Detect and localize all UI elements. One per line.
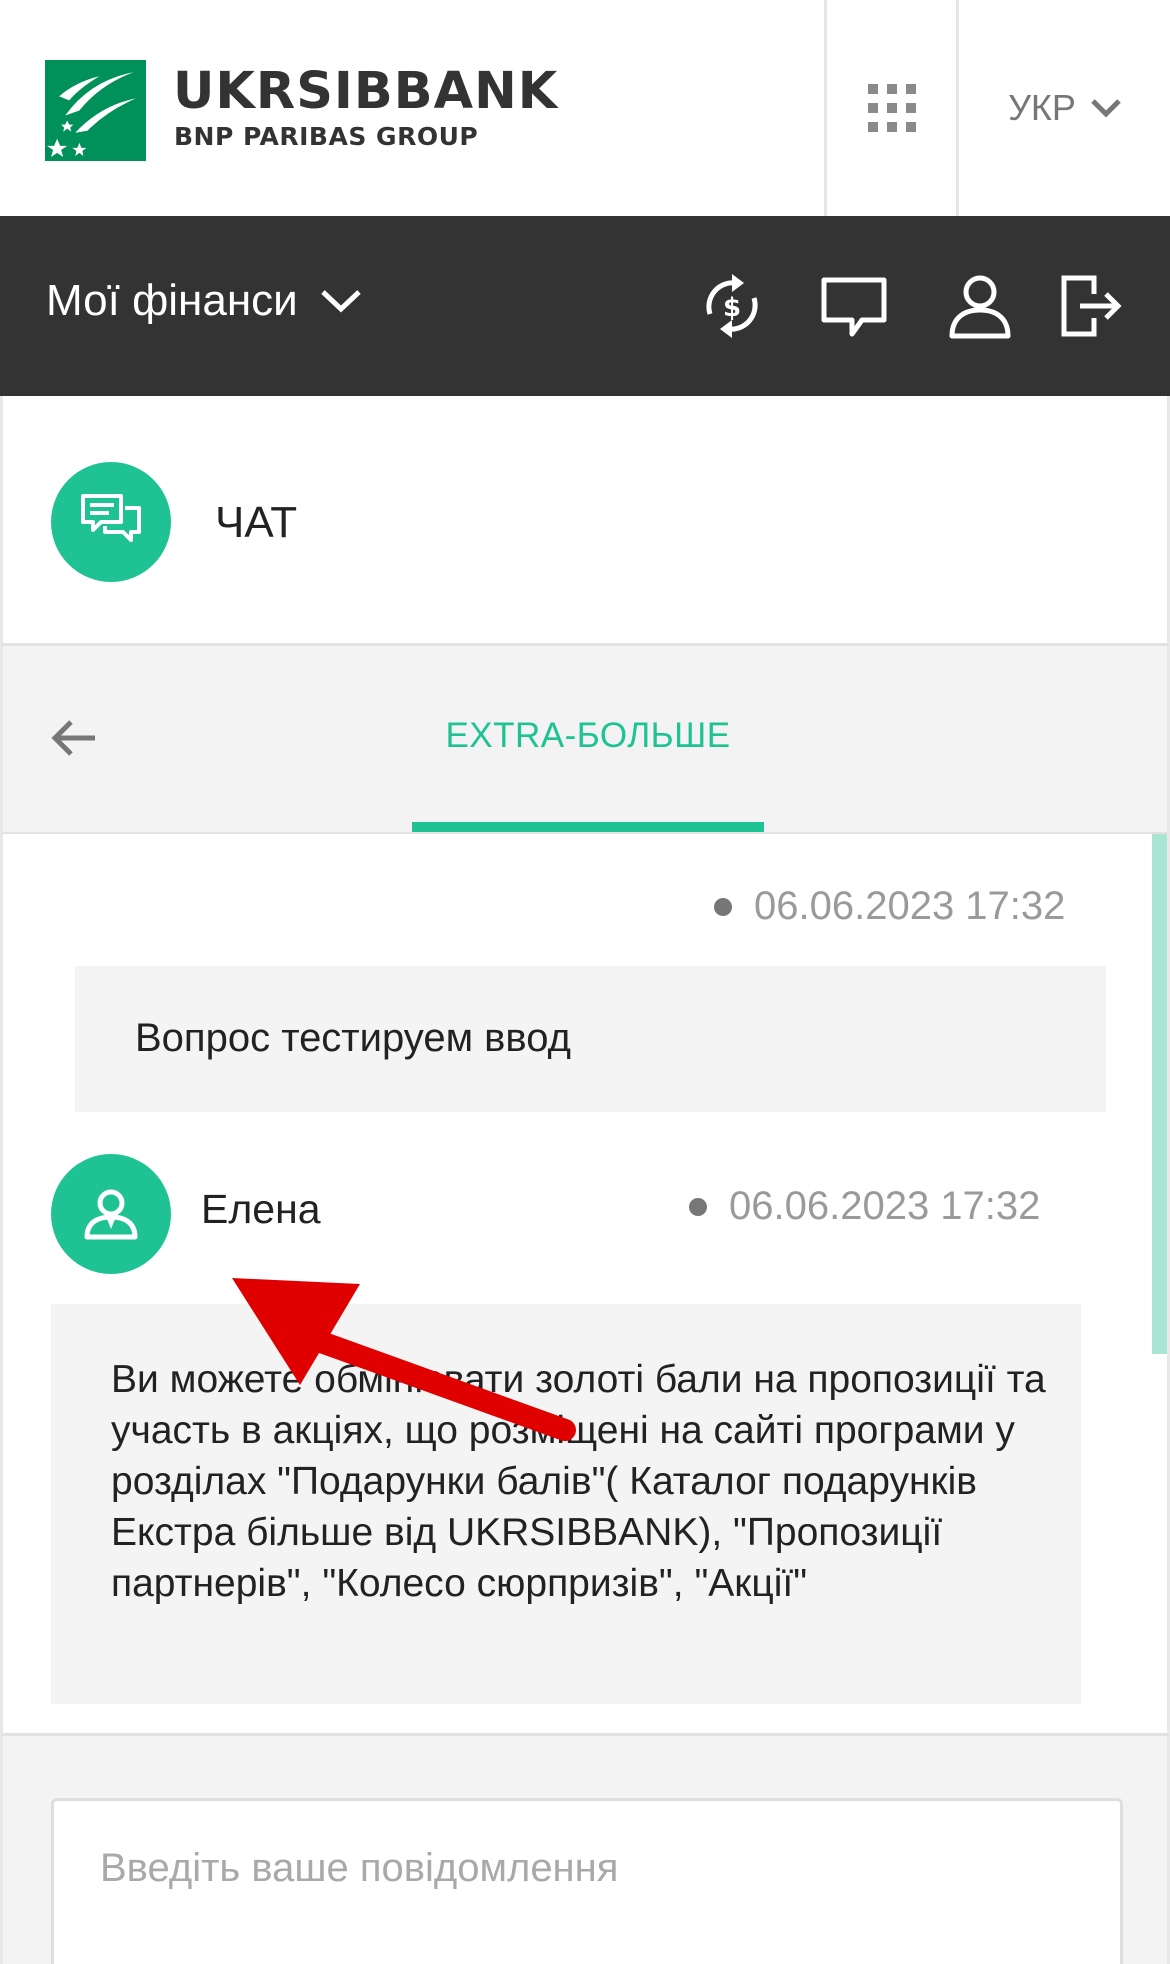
operator-icon [84, 1189, 138, 1240]
chat-tabs: EXTRA-БОЛЬШЕ [0, 646, 1170, 834]
top-header: UKRSIBBANK BNP PARIBAS GROUP УКР [0, 0, 1170, 216]
chat-avatar [51, 462, 171, 582]
chat-header: ЧАТ [0, 396, 1170, 646]
message-timestamp: 06.06.2023 17:32 [714, 884, 1065, 929]
back-arrow-icon[interactable] [49, 718, 99, 758]
chat-bubbles-icon [81, 494, 141, 542]
chat-title: ЧАТ [215, 498, 298, 547]
bank-logo[interactable] [45, 60, 146, 161]
profile-button[interactable] [938, 264, 1022, 348]
message-input[interactable] [100, 1841, 1080, 1895]
language-selector[interactable]: УКР [960, 0, 1170, 216]
apps-grid-icon [868, 84, 916, 132]
logout-icon [1061, 275, 1122, 337]
stars-logo-icon [47, 72, 136, 157]
chevron-down-icon [1091, 99, 1121, 118]
main-nav: Мої фінанси $ [0, 216, 1170, 396]
tab-extra-bolshe[interactable]: EXTRA-БОЛЬШЕ [413, 716, 763, 756]
message-text: Вопрос тестируем ввод [135, 1016, 571, 1060]
status-dot-icon [714, 897, 732, 916]
apps-grid-button[interactable] [826, 0, 958, 216]
currency-exchange-icon: $ [706, 274, 758, 338]
language-label: УКР [1008, 87, 1076, 128]
status-dot-icon [689, 1197, 707, 1216]
user-message-bubble: Вопрос тестируем ввод [75, 966, 1106, 1112]
agent-message-bubble: Ви можете обмінювати золоті бали на проп… [51, 1304, 1081, 1704]
message-timestamp: 06.06.2023 17:32 [689, 1184, 1040, 1229]
svg-text:$: $ [723, 293, 741, 323]
message-list[interactable]: 06.06.2023 17:32 Вопрос тестируем ввод Е… [0, 834, 1170, 1736]
logout-button[interactable] [1048, 264, 1132, 348]
divider [956, 0, 959, 216]
active-tab-indicator [412, 822, 764, 832]
profile-icon [949, 275, 1011, 339]
agent-avatar [51, 1154, 171, 1274]
timestamp-text: 06.06.2023 17:32 [729, 1184, 1041, 1228]
chevron-down-icon [320, 290, 361, 313]
scrollbar-thumb[interactable] [1152, 834, 1167, 1354]
chat-icon [821, 277, 887, 337]
message-text: Ви можете обмінювати золоті бали на проп… [111, 1358, 1046, 1605]
agent-name: Елена [201, 1186, 321, 1232]
finances-menu-label: Мої фінанси [46, 276, 298, 325]
brand-subtitle: BNP PARIBAS GROUP [174, 122, 479, 151]
timestamp-text: 06.06.2023 17:32 [754, 884, 1066, 928]
currency-exchange-button[interactable]: $ [690, 264, 774, 348]
brand-name: UKRSIBBANK [173, 62, 559, 121]
finances-menu[interactable]: Мої фінанси [46, 276, 362, 326]
message-input-box[interactable] [51, 1798, 1123, 1964]
chat-button[interactable] [812, 264, 896, 348]
message-composer [0, 1736, 1170, 1964]
